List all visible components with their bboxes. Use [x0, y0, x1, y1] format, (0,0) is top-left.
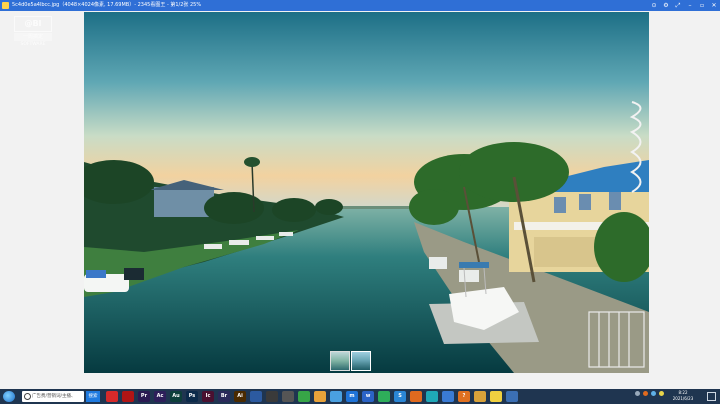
taskbar: 广告费/营销词/主播、 搜索 Pr Ac Au Ps Ic Br Ai m w S? 8:22 2…	[0, 389, 720, 404]
window-title: 5c4d0e5a4lbcc.jpg（4048×4024像素, 17.69MB）-…	[12, 2, 202, 8]
watermark: @BI 一周搞定 SOFTWARE	[14, 16, 52, 48]
davinci-app-icon[interactable]	[282, 391, 294, 402]
watermark-logo: @BI	[14, 16, 52, 32]
play-app-icon[interactable]	[426, 391, 438, 402]
pin-icon[interactable]: ⊙	[648, 0, 660, 11]
cloud-app-icon[interactable]	[330, 391, 342, 402]
maximize-icon[interactable]: ▫	[696, 0, 708, 11]
firefox-app-icon[interactable]	[410, 391, 422, 402]
notification-icon[interactable]	[707, 392, 716, 401]
search-box[interactable]: 广告费/营销词/主播、	[22, 391, 84, 402]
search-button[interactable]: 搜索	[86, 391, 100, 402]
canal-photo	[84, 12, 649, 373]
thumbnail-strip	[330, 351, 371, 371]
photo-viewport[interactable]	[84, 12, 649, 373]
app-m-icon[interactable]: m	[346, 391, 358, 402]
green-app-icon[interactable]	[378, 391, 390, 402]
acrobat-app-icon[interactable]: Ac	[154, 391, 166, 402]
help-app-icon[interactable]: ?	[458, 391, 470, 402]
chat-app-icon[interactable]	[298, 391, 310, 402]
notes-app-icon[interactable]	[490, 391, 502, 402]
files-app-icon[interactable]	[474, 391, 486, 402]
netease-music-app-icon[interactable]	[106, 391, 118, 402]
tray-ime-icon[interactable]	[659, 391, 664, 396]
media-app-icon[interactable]	[266, 391, 278, 402]
expand-icon[interactable]: ⤢	[672, 0, 684, 11]
app-s-icon[interactable]: S	[394, 391, 406, 402]
app-icon	[2, 2, 9, 9]
start-button[interactable]	[3, 391, 15, 402]
video-app-icon[interactable]	[442, 391, 454, 402]
taskbar-apps: Pr Ac Au Ps Ic Br Ai m w S?	[106, 391, 518, 402]
thumbnail-2[interactable]	[351, 351, 371, 371]
search-icon	[24, 393, 31, 400]
watermark-subtitle: SOFTWARE	[20, 42, 46, 47]
premiere-app-icon[interactable]: Pr	[138, 391, 150, 402]
folder-app-icon[interactable]	[314, 391, 326, 402]
minimize-icon[interactable]: –	[684, 0, 696, 11]
system-tray	[635, 391, 664, 396]
viewer-app-icon[interactable]	[506, 391, 518, 402]
red-app-icon[interactable]	[122, 391, 134, 402]
clock-date: 2021/6/23	[672, 396, 694, 401]
search-placeholder: 广告费/营销词/主播、	[32, 394, 76, 399]
tray-network-icon[interactable]	[643, 391, 648, 396]
tray-volume-icon[interactable]	[651, 391, 656, 396]
incopy-app-icon[interactable]: Ic	[202, 391, 214, 402]
illustrator-app-icon[interactable]: Ai	[234, 391, 246, 402]
clock[interactable]: 8:22 2021/6/23	[670, 390, 696, 402]
window-controls: ⊙ ⚙ ⤢ – ▫ ✕	[648, 0, 720, 11]
app-w-icon[interactable]: w	[362, 391, 374, 402]
audition-app-icon[interactable]: Au	[170, 391, 182, 402]
gear-icon[interactable]: ⚙	[660, 0, 672, 11]
thumbnail-1[interactable]	[330, 351, 350, 371]
watermark-name: 一周搞定	[14, 33, 52, 41]
title-bar: 5c4d0e5a4lbcc.jpg（4048×4024像素, 17.69MB）-…	[0, 0, 720, 11]
browser-app-icon[interactable]	[250, 391, 262, 402]
tray-up-arrow-icon[interactable]	[635, 391, 640, 396]
photoshop-app-icon[interactable]: Ps	[186, 391, 198, 402]
bridge-app-icon[interactable]: Br	[218, 391, 230, 402]
close-icon[interactable]: ✕	[708, 0, 720, 11]
